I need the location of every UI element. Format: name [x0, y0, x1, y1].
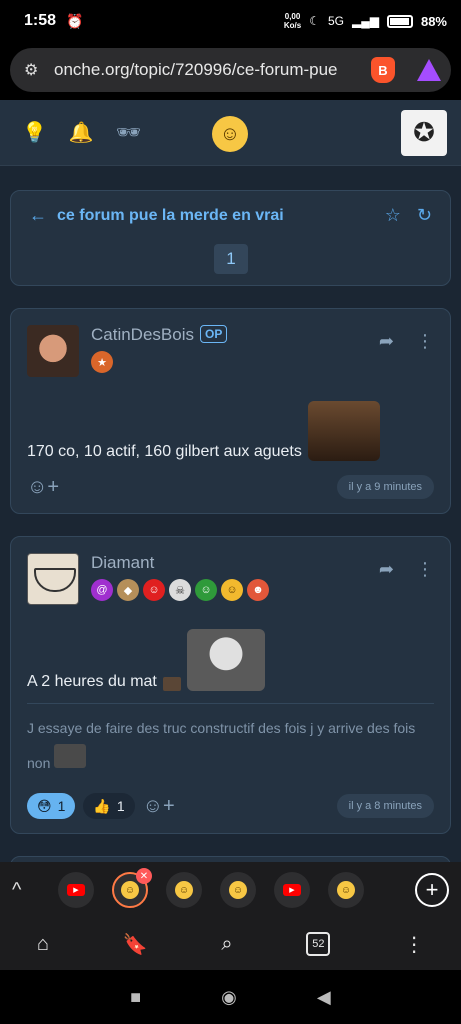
menu-icon[interactable]: ⋮ [404, 932, 424, 957]
op-badge: OP [200, 325, 228, 343]
bell-icon[interactable]: 🔔 [69, 120, 94, 145]
alarm-icon: ⏰ [66, 12, 84, 29]
smile-badge-icon: ☺ [221, 579, 243, 601]
site-header: 💡 🔔 🕶 ☺ ✪ [0, 100, 461, 166]
cat-badge-icon: ◆ [117, 579, 139, 601]
new-tab-button[interactable]: + [415, 873, 449, 907]
browser-toolbar: ⚙ onche.org/topic/720996/ce-forum-pue B [0, 42, 461, 100]
tab-onche[interactable]: ☺ [328, 872, 364, 908]
url-text[interactable]: onche.org/topic/720996/ce-forum-pue [54, 60, 361, 80]
page-button[interactable]: 1 [214, 244, 248, 274]
incognito-icon[interactable]: 🕶 [116, 120, 141, 145]
username[interactable]: Diamant [91, 553, 154, 572]
add-reaction-icon[interactable]: ☺+ [27, 476, 59, 499]
tab-youtube[interactable]: ▶ [274, 872, 310, 908]
post-message: A 2 heures du mat [27, 629, 434, 691]
status-bar: 1:58 ⏰ 0,00 Ko/s ☾ 5G ▂▄▆ 88% [0, 0, 461, 42]
avatar[interactable] [27, 325, 79, 377]
brave-shield-icon[interactable]: B [371, 57, 395, 83]
youtube-icon: ▶ [283, 884, 301, 896]
home-circle-icon[interactable]: ◉ [221, 987, 237, 1008]
post-time: il y a 9 minutes [336, 475, 434, 499]
user-avatar[interactable]: ✪ [401, 109, 447, 156]
username[interactable]: CatinDesBois [91, 325, 194, 344]
address-bar[interactable]: ⚙ onche.org/topic/720996/ce-forum-pue B [10, 48, 451, 92]
lightbulb-icon[interactable]: 💡 [22, 120, 47, 145]
system-nav: ■ ◉ ◀ [0, 970, 461, 1024]
clock: 1:58 [24, 12, 57, 29]
browser-bottom-bar: ⌂ 🔖 ⌕ 52 ⋮ [0, 918, 461, 970]
post-time: il y a 8 minutes [336, 794, 434, 818]
network-label: 5G [327, 14, 344, 28]
more-icon[interactable]: ⋮ [416, 559, 434, 580]
onche-icon: ☺ [121, 881, 139, 899]
moon-icon: ☾ [309, 14, 320, 28]
star-icon[interactable]: ☆ [385, 205, 401, 226]
sticker-image [186, 629, 265, 691]
bookmark-icon[interactable]: 🔖 [123, 932, 148, 957]
share-icon[interactable]: ➦ [379, 331, 394, 352]
star-badge-icon: ★ [91, 351, 113, 373]
tab-onche[interactable]: ☺ [220, 872, 256, 908]
back-icon[interactable]: ◀ [317, 987, 331, 1008]
site-logo[interactable]: ☺ [212, 116, 248, 152]
back-arrow-icon[interactable]: ← [29, 205, 47, 226]
post-card: Diamant @ ◆ ☺ ☠ ☺ ☺ ☻ ➦ ⋮ A 2 heures du … [10, 536, 451, 834]
reaction-chip[interactable]: 😳 1 [27, 793, 76, 819]
topic-title: ce forum pue la merde en vrai [57, 206, 284, 224]
tab-youtube[interactable]: ▶ [58, 872, 94, 908]
tab-onche[interactable]: ☺ [166, 872, 202, 908]
search-icon[interactable]: ⌕ [221, 933, 232, 956]
skull-badge-icon: ☠ [169, 579, 191, 601]
sticker-image [307, 401, 380, 461]
spiral-badge-icon: @ [91, 579, 113, 601]
close-icon[interactable]: ✕ [136, 868, 152, 884]
mini-sticker [162, 677, 181, 691]
share-icon[interactable]: ➦ [379, 559, 394, 580]
refresh-icon[interactable]: ↻ [417, 205, 432, 226]
reaction-chip[interactable]: 👍 1 [83, 793, 135, 819]
battery-icon [386, 14, 413, 28]
avatar[interactable] [27, 553, 79, 605]
tab-count-button[interactable]: 52 [306, 932, 331, 956]
brave-rewards-icon[interactable] [417, 59, 441, 81]
chevron-up-icon[interactable]: ^ [12, 879, 40, 902]
topic-header-card: ← ce forum pue la merde en vrai ☆ ↻ 1 [10, 190, 451, 286]
post-message: 170 co, 10 actif, 160 gilbert aux aguets [27, 401, 434, 461]
onche-icon: ☺ [175, 881, 193, 899]
topic-page: ← ce forum pue la merde en vrai ☆ ↻ 1 Ca… [0, 166, 461, 862]
chef-badge-icon: ☻ [247, 579, 269, 601]
signal-icon: ▂▄▆ [352, 14, 379, 28]
post-card: CatinDesBois OP ★ ➦ ⋮ 170 co, 10 actif, 1… [10, 308, 451, 514]
onche-icon: ☺ [337, 881, 355, 899]
signature-quote: J essaye de faire des truc constructif d… [27, 720, 416, 771]
youtube-icon: ▶ [67, 884, 85, 896]
tab-strip: ^ ▶ ☺ ✕ ☺ ☺ ▶ ☺ + [0, 862, 461, 918]
mini-sticker [54, 744, 87, 768]
more-icon[interactable]: ⋮ [416, 331, 434, 352]
onche-icon: ☺ [229, 881, 247, 899]
home-icon[interactable]: ⌂ [37, 933, 49, 956]
add-reaction-icon[interactable]: ☺+ [143, 795, 175, 818]
elf-badge-icon: ☺ [195, 579, 217, 601]
status-icons: 0,00 Ko/s ☾ 5G ▂▄▆ 88% [284, 12, 447, 30]
battery-percent: 88% [420, 13, 447, 29]
site-settings-icon[interactable]: ⚙ [24, 60, 44, 80]
clown-badge-icon: ☺ [143, 579, 165, 601]
recents-icon[interactable]: ■ [130, 987, 141, 1008]
net-speed: 0,00 Ko/s [283, 12, 302, 30]
tab-active[interactable]: ☺ ✕ [112, 868, 152, 908]
